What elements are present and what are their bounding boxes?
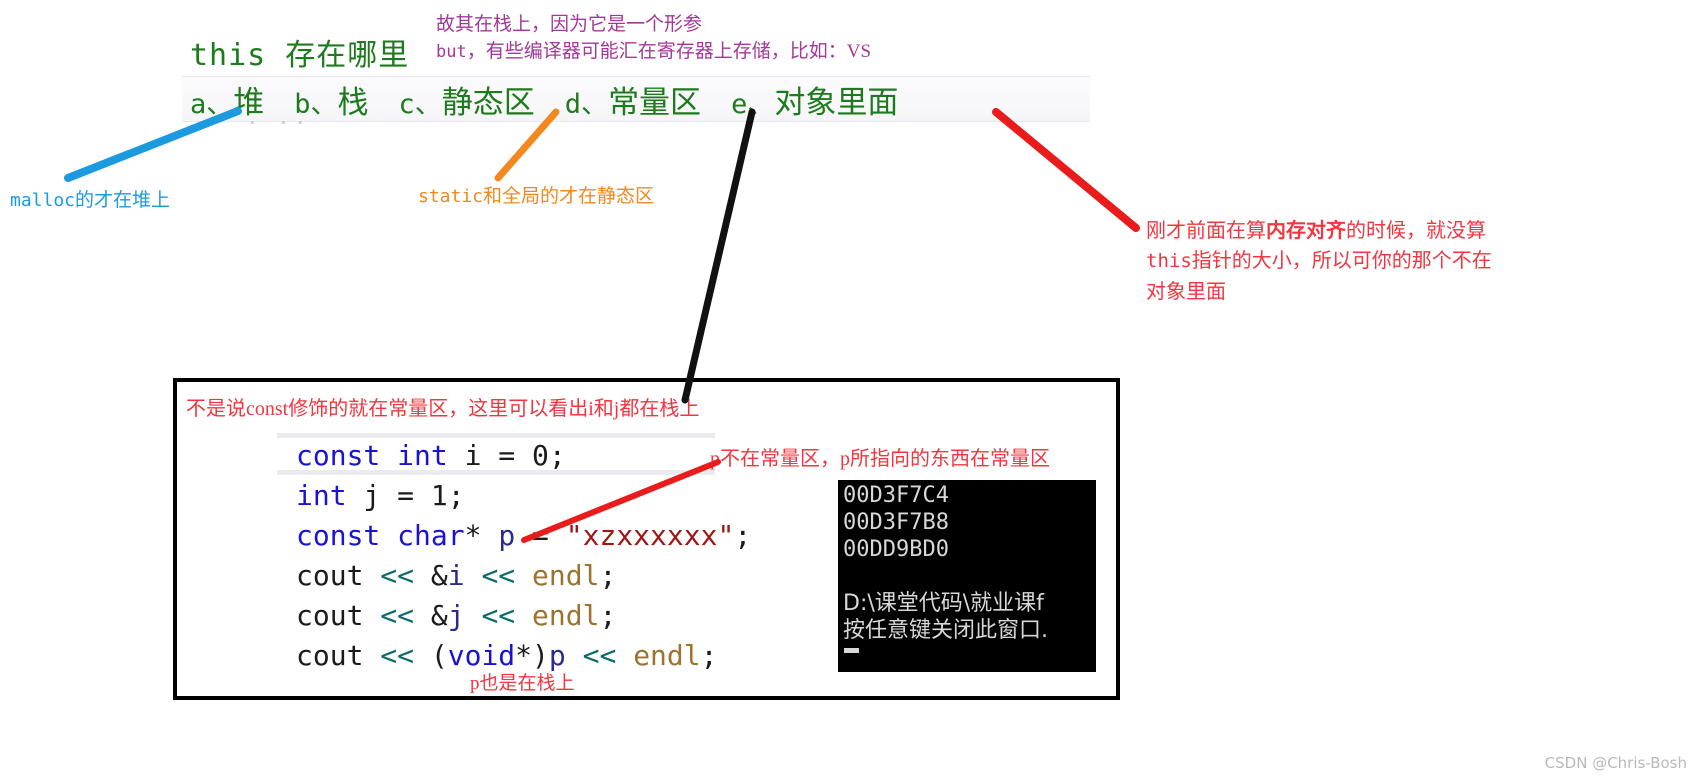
slide-canvas: this 存在哪里 故其在栈上，因为它是一个形参 but，有些编译器可能汇在寄存… <box>0 0 1695 778</box>
annotation-p-on-stack: p也是在栈上 <box>470 673 575 694</box>
code-token: p <box>498 519 516 552</box>
console-prompt-line: 按任意键关闭此窗口. <box>843 618 1048 643</box>
option-e-label: 对象里面 <box>774 85 899 120</box>
console-address-line: 00D3F7C4 <box>843 483 949 508</box>
code-token: ; <box>447 479 465 512</box>
code-token: ( <box>414 639 448 672</box>
code-token: endl <box>532 599 600 632</box>
code-token: i = <box>447 439 533 472</box>
code-token: j = <box>346 479 431 512</box>
code-line: const char* p = "xzxxxxxx"; <box>296 516 751 556</box>
code-token: const <box>296 439 381 472</box>
option-d-key: d、 <box>564 89 609 120</box>
option-b-label: 栈 <box>337 85 369 120</box>
console-address-line: 00D3F7B8 <box>843 510 949 535</box>
option-c-label: 静态区 <box>441 85 535 120</box>
code-token: ; <box>700 639 718 672</box>
code-line: cout << &j << endl; <box>296 596 751 636</box>
question-title: this 存在哪里 <box>190 38 410 73</box>
option-d[interactable]: d、常量区 <box>565 85 701 120</box>
annotation-static: static和全局的才在静态区 <box>418 181 654 208</box>
annotation-this-line-1c: 的时候，就没算 <box>1346 220 1486 242</box>
console-output: 00D3F7C4 00D3F7B8 00DD9BD0 D:\课堂代码\就业课f 按任意… <box>843 482 1048 644</box>
purple-note: 故其在栈上，因为它是一个形参 but，有些编译器可能汇在寄存器上存储，比如：VS <box>436 12 871 66</box>
option-e[interactable]: e、对象里面 <box>731 85 898 120</box>
annotation-this-pointer: 刚才前面在算内存对齐的时候，就没算 this指针的大小，所以可你的那个不在 对象… <box>1146 216 1546 307</box>
annotation-malloc-mono: malloc <box>10 190 76 211</box>
purple-note-rest: ，有些编译器可能汇在寄存器上存储，比如：VS <box>466 40 872 62</box>
code-token: int <box>296 479 347 512</box>
clipped-row-below: · ·· <box>248 108 313 137</box>
code-token: 0 <box>532 439 549 472</box>
console-window[interactable]: 00D3F7C4 00D3F7B8 00DD9BD0 D:\课堂代码\就业课f 按任意… <box>838 480 1096 672</box>
watermark: CSDN @Chris-Bosh <box>1544 754 1687 772</box>
code-token: const <box>296 519 381 552</box>
annotation-this-line-1: 刚才前面在算内存对齐的时候，就没算 <box>1146 216 1546 246</box>
code-token: << <box>380 599 415 632</box>
code-token: cout <box>296 559 381 592</box>
code-token: cout <box>296 599 381 632</box>
code-token: i <box>447 559 465 592</box>
purple-note-line-1: 故其在栈上，因为它是一个形参 <box>436 14 703 35</box>
code-listing: const int i = 0; int j = 1; const char* p … <box>296 436 751 676</box>
code-token: * <box>464 519 499 552</box>
annotation-memory-align: 内存对齐 <box>1266 220 1346 242</box>
code-token: & <box>414 559 448 592</box>
option-d-label: 常量区 <box>608 85 702 120</box>
option-c-key: c、 <box>398 89 442 120</box>
console-path-line: D:\课堂代码\就业课f <box>843 591 1044 616</box>
annotation-const-note: 不是说const修饰的就在常量区，这里可以看出i和j都在栈上 <box>186 398 700 420</box>
purple-note-line-2: but，有些编译器可能汇在寄存器上存储，比如：VS <box>436 39 871 66</box>
annotation-this-keyword: this <box>1146 250 1192 273</box>
option-e-key: e、 <box>731 89 775 120</box>
code-token: j <box>447 599 465 632</box>
code-token: << <box>582 639 617 672</box>
option-a-key: a、 <box>190 89 234 120</box>
option-c[interactable]: c、静态区 <box>399 85 535 120</box>
code-line: int j = 1; <box>296 476 751 516</box>
code-token: << <box>380 559 415 592</box>
annotation-malloc: malloc的才在堆上 <box>10 185 170 212</box>
console-cursor <box>844 648 859 653</box>
code-token: << <box>481 599 516 632</box>
code-token: = <box>515 519 566 552</box>
arrow-red-to-object-inside <box>992 108 1140 232</box>
annotation-malloc-rest: 的才在堆上 <box>75 190 171 211</box>
code-token: endl <box>532 559 600 592</box>
purple-note-but: but <box>436 41 467 62</box>
annotation-this-line-3: 对象里面 <box>1146 280 1226 303</box>
code-token: ; <box>734 519 752 552</box>
code-token: int <box>397 439 448 472</box>
code-token: ; <box>599 559 617 592</box>
code-token: & <box>414 599 448 632</box>
code-line: cout << &i << endl; <box>296 556 751 596</box>
arrow-black-to-const-area <box>681 108 756 404</box>
annotation-static-rest: 和全局的才在静态区 <box>483 186 655 207</box>
code-line: const int i = 0; <box>296 436 751 476</box>
code-token: 1 <box>430 479 448 512</box>
code-token: << <box>481 559 516 592</box>
code-token: ; <box>599 599 617 632</box>
console-address-line: 00DD9BD0 <box>843 537 949 562</box>
annotation-this-line-2: this指针的大小，所以可你的那个不在 <box>1146 246 1546 276</box>
annotation-p-not-const: p不在常量区，p所指向的东西在常量区 <box>710 448 1050 470</box>
code-token: ; <box>548 439 566 472</box>
annotation-this-line-2-rest: 指针的大小，所以可你的那个不在 <box>1191 250 1492 273</box>
code-token: cout <box>296 639 381 672</box>
annotation-this-line-1a: 刚才前面在算 <box>1146 220 1266 242</box>
code-token: char <box>397 519 465 552</box>
annotation-static-mono: static <box>418 186 484 207</box>
code-token: "xzxxxxxx" <box>565 519 735 552</box>
code-token: << <box>380 639 415 672</box>
code-token: endl <box>633 639 701 672</box>
